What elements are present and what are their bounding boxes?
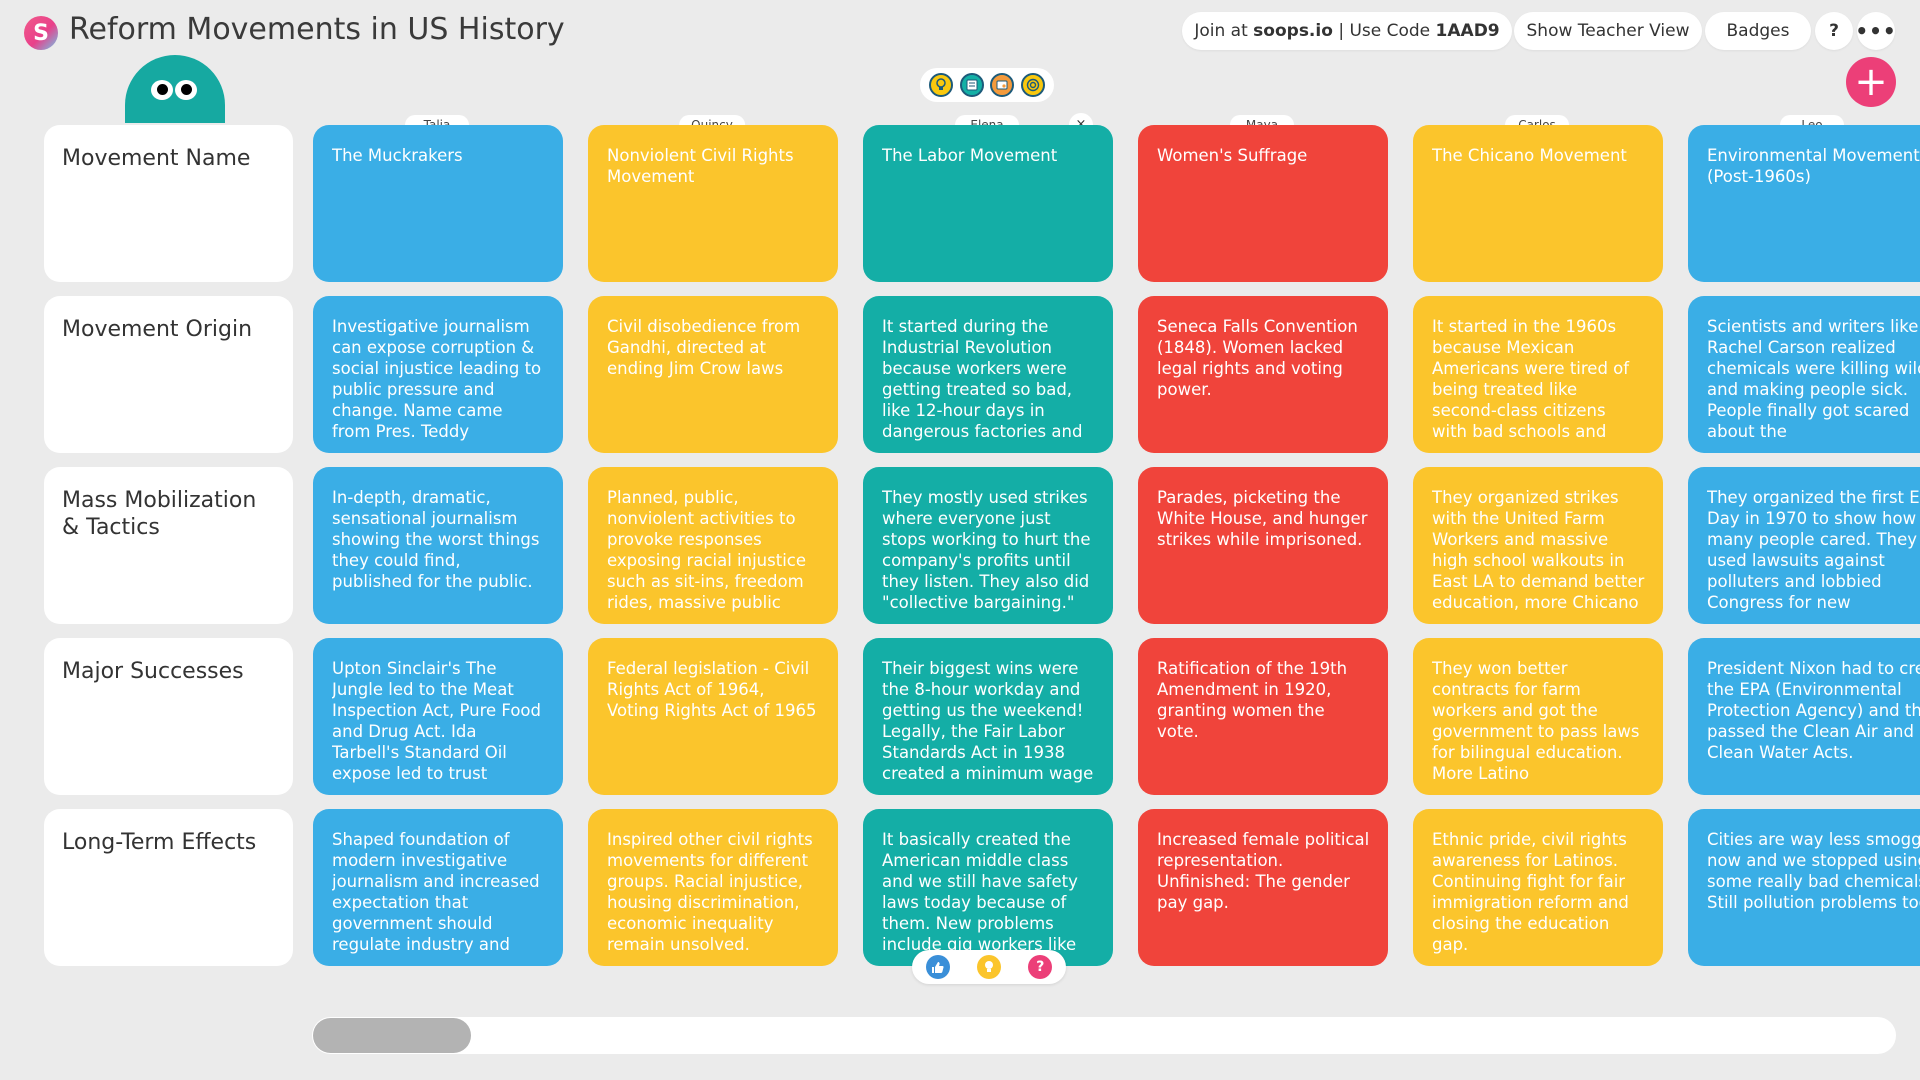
card-cell[interactable]: They mostly used strikes where everyone … [863,467,1113,624]
card-text: It started during the Industrial Revolut… [882,317,1083,441]
notebook-icon[interactable] [959,73,984,97]
card-text: Ratification of the 19th Amendment in 19… [1157,659,1348,741]
card-text: They organized the first Earth Day in 19… [1707,488,1920,612]
card-text: Increased female political representatio… [1157,830,1370,912]
card-text: Environmental Movement (Post-1960s) [1707,146,1920,186]
join-separator: | Use Code [1338,21,1431,41]
card-text: Upton Sinclair's The Jungle led to the M… [332,659,541,783]
card-text: Parades, picketing the White House, and … [1157,488,1368,549]
card-cell[interactable]: Women's Suffrage [1138,125,1388,282]
card-cell[interactable]: It basically created the American middle… [863,809,1113,966]
app-logo[interactable]: S [24,16,58,50]
mascot-eye-right [175,80,197,100]
card-text: President Nixon had to create the EPA (E… [1707,659,1920,762]
idea-icon[interactable] [976,955,1001,979]
card-text: It basically created the American middle… [882,830,1078,954]
thumbs-up-icon[interactable] [925,955,950,979]
board-tools [920,68,1054,102]
card-cell[interactable]: In-depth, dramatic, sensational journali… [313,467,563,624]
row-header-long-term-effects[interactable]: Long-Term Effects [44,809,293,966]
card-cell[interactable]: Their biggest wins were the 8-hour workd… [863,638,1113,795]
card-cell[interactable]: Increased female political representatio… [1138,809,1388,966]
card-cell[interactable]: Inspired other civil rights movements fo… [588,809,838,966]
card-cell[interactable]: The Chicano Movement [1413,125,1663,282]
horizontal-scrollbar[interactable] [312,1017,1896,1054]
card-cell[interactable]: The Labor Movement [863,125,1113,282]
help-button[interactable]: ? [1815,12,1853,50]
lightbulb-icon[interactable] [929,73,954,97]
card-text: Nonviolent Civil Rights Movement [607,146,794,186]
card-cell[interactable]: They won better contracts for farm worke… [1413,638,1663,795]
row-header-major-successes[interactable]: Major Successes [44,638,293,795]
card-cell[interactable]: Federal legislation - Civil Rights Act o… [588,638,838,795]
card-cell[interactable]: Ethnic pride, civil rights awareness for… [1413,809,1663,966]
card-text: Ethnic pride, civil rights awareness for… [1432,830,1629,954]
card-text: Federal legislation - Civil Rights Act o… [607,659,817,720]
card-cell[interactable]: President Nixon had to create the EPA (E… [1688,638,1920,795]
scrollbar-thumb[interactable] [313,1018,471,1053]
card-text: They organized strikes with the United F… [1432,488,1645,612]
card-text: Inspired other civil rights movements fo… [607,830,813,954]
page-title: Reform Movements in US History [69,12,565,47]
join-prefix: Join at [1194,21,1248,41]
card-text: Women's Suffrage [1157,146,1308,165]
card-cell[interactable]: Shaped foundation of modern investigativ… [313,809,563,966]
card-cell[interactable]: Planned, public, nonviolent activities t… [588,467,838,624]
card-text: The Muckrakers [332,146,463,165]
card-text: Planned, public, nonviolent activities t… [607,488,806,612]
show-teacher-view-button[interactable]: Show Teacher View [1514,12,1702,50]
card-cell[interactable]: It started during the Industrial Revolut… [863,296,1113,453]
mascot-eye-left [151,80,173,100]
badges-button[interactable]: Badges [1705,12,1811,50]
card-cell[interactable]: Seneca Falls Convention (1848). Women la… [1138,296,1388,453]
card-text: They mostly used strikes where everyone … [882,488,1091,612]
reactions-bar: ? [912,950,1066,984]
join-code-button[interactable]: Join at soops.io | Use Code 1AAD9 [1182,12,1512,50]
card-cell[interactable]: Investigative journalism can expose corr… [313,296,563,453]
card-text: The Chicano Movement [1432,146,1627,165]
card-cell[interactable]: It started in the 1960s because Mexican … [1413,296,1663,453]
card-cell[interactable]: Environmental Movement (Post-1960s) [1688,125,1920,282]
card-text: The Labor Movement [882,146,1058,165]
card-cell[interactable]: They organized strikes with the United F… [1413,467,1663,624]
card-cell[interactable]: Upton Sinclair's The Jungle led to the M… [313,638,563,795]
certificate-icon[interactable] [990,73,1015,97]
card-text: Cities are way less smoggy now and we st… [1707,830,1920,912]
row-header-movement-origin[interactable]: Movement Origin [44,296,293,453]
row-header-mass-mobilization[interactable]: Mass Mobilization & Tactics [44,467,293,624]
card-cell[interactable]: The Muckrakers [313,125,563,282]
card-text: Shaped foundation of modern investigativ… [332,830,540,954]
row-header-movement-name[interactable]: Movement Name [44,125,293,282]
join-code: 1AAD9 [1435,21,1500,41]
mascot-avatar [125,55,225,123]
card-text: Investigative journalism can expose corr… [332,317,542,441]
card-cell[interactable]: Ratification of the 19th Amendment in 19… [1138,638,1388,795]
card-text: In-depth, dramatic, sensational journali… [332,488,540,591]
card-text: They won better contracts for farm worke… [1432,659,1640,783]
card-text: Scientists and writers like Rachel Carso… [1707,317,1920,441]
target-icon[interactable] [1020,73,1045,97]
card-cell[interactable]: Cities are way less smoggy now and we st… [1688,809,1920,966]
card-cell[interactable]: Civil disobedience from Gandhi, directed… [588,296,838,453]
card-cell[interactable]: Scientists and writers like Rachel Carso… [1688,296,1920,453]
card-cell[interactable]: Parades, picketing the White House, and … [1138,467,1388,624]
card-text: It started in the 1960s because Mexican … [1432,317,1630,441]
add-column-button[interactable]: + [1846,57,1896,107]
card-text: Seneca Falls Convention (1848). Women la… [1157,317,1358,399]
question-icon[interactable]: ? [1028,955,1053,979]
card-text: Their biggest wins were the 8-hour workd… [882,659,1094,783]
more-options-button[interactable]: ••• [1855,12,1896,50]
card-cell[interactable]: Nonviolent Civil Rights Movement [588,125,838,282]
join-site: soops.io [1253,21,1333,41]
card-text: Civil disobedience from Gandhi, directed… [607,317,801,378]
card-cell[interactable]: They organized the first Earth Day in 19… [1688,467,1920,624]
